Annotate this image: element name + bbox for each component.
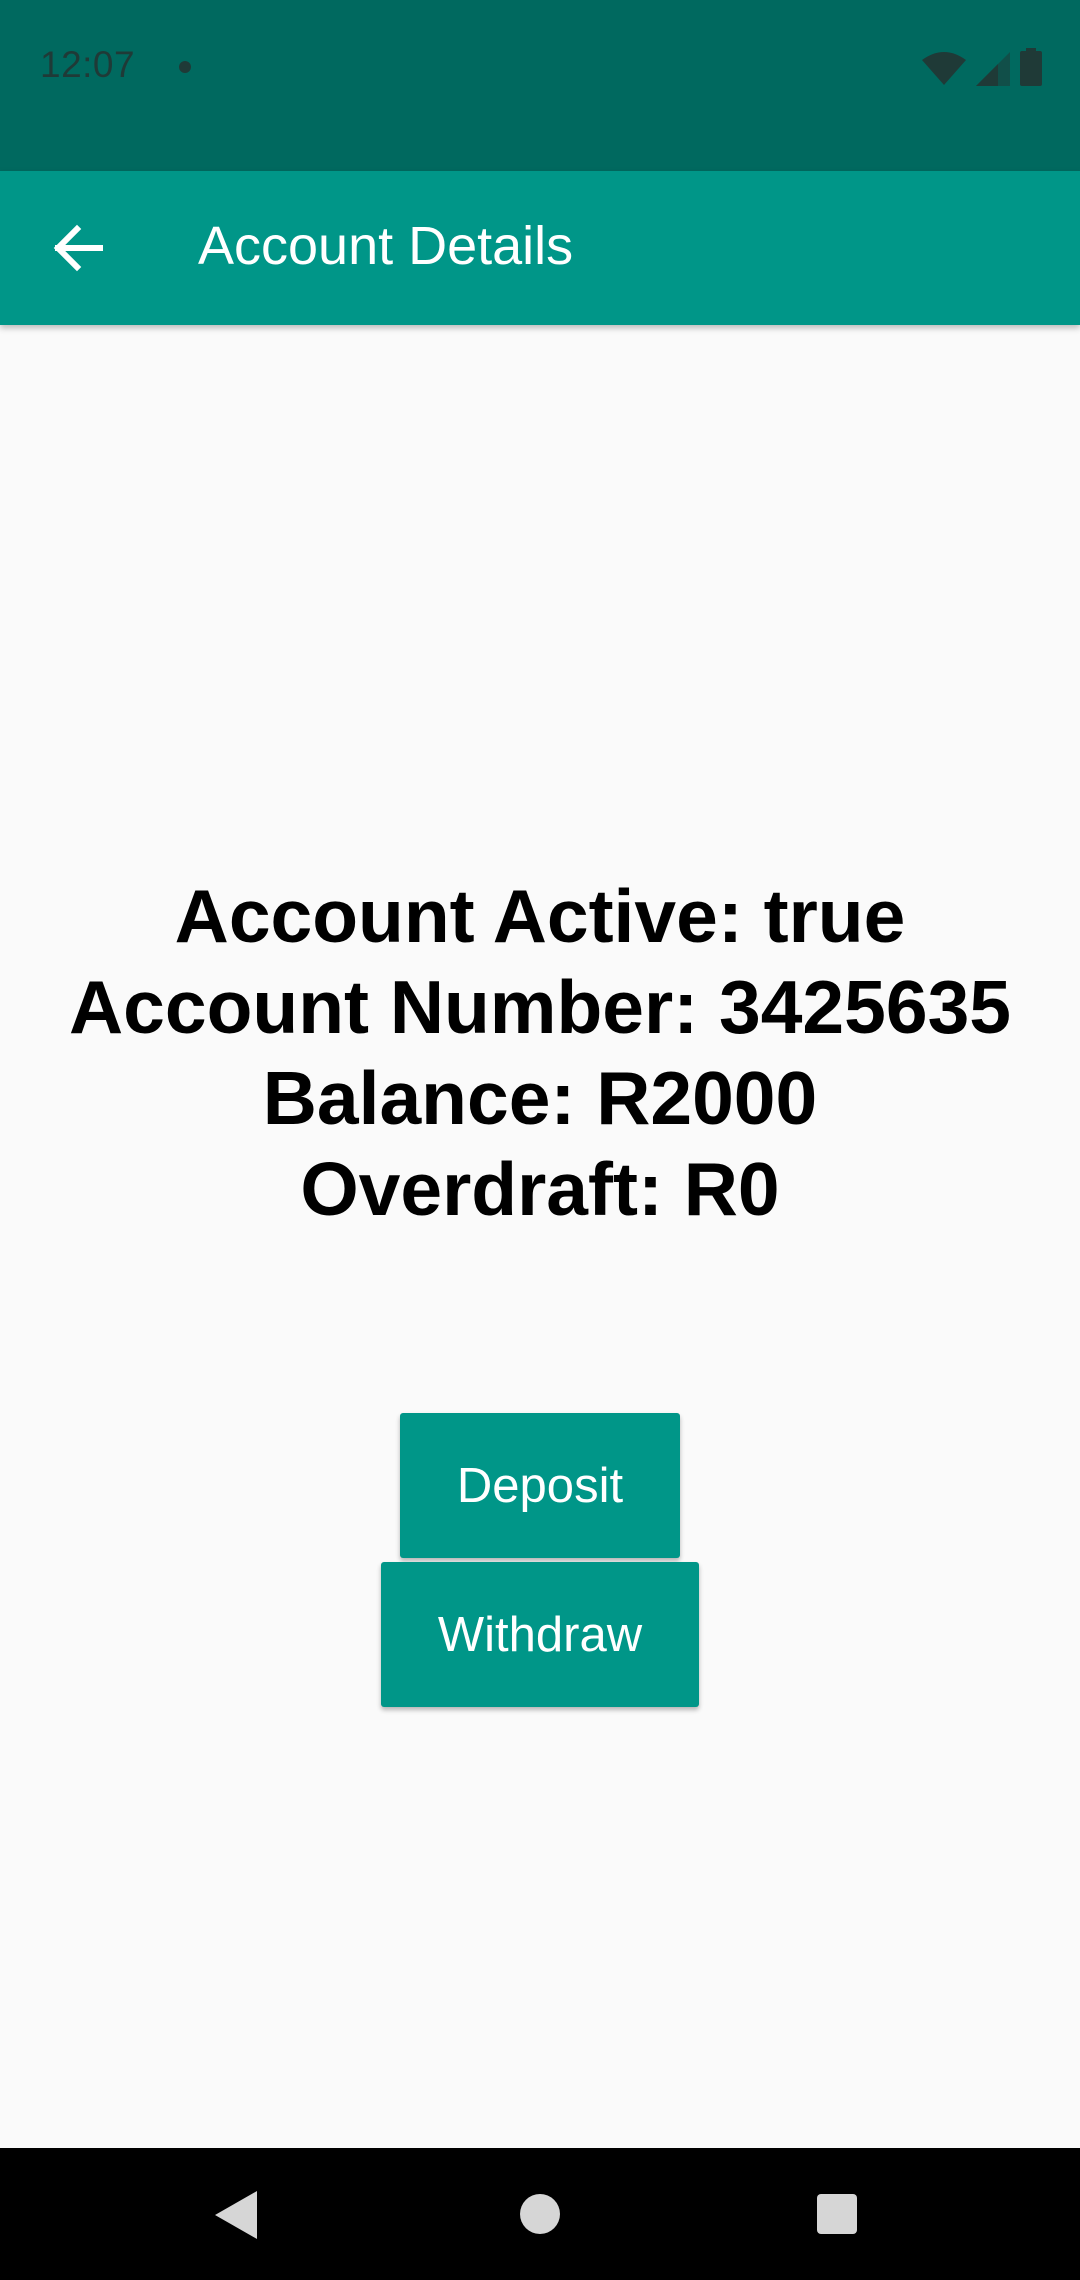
notification-dot-icon [179, 61, 191, 73]
account-number-text: Account Number: 3425635 [68, 965, 1011, 1049]
withdraw-button[interactable]: Withdraw [381, 1562, 699, 1707]
wifi-icon [922, 52, 966, 85]
account-active-text: Account Active: true [174, 874, 906, 958]
balance-text: Balance: R2000 [262, 1056, 818, 1140]
deposit-button[interactable]: Deposit [400, 1413, 680, 1558]
status-bar: 12:07 [0, 0, 1080, 171]
back-triangle-icon[interactable] [215, 2191, 257, 2239]
page-title: Account Details [198, 216, 574, 276]
app-bar: Account Details [0, 171, 1080, 325]
cellular-signal-icon [976, 52, 1010, 86]
battery-icon [1020, 48, 1042, 86]
overdraft-text: Overdraft: R0 [300, 1147, 780, 1231]
status-icons [922, 48, 1042, 86]
home-circle-icon[interactable] [520, 2194, 560, 2234]
recents-square-icon[interactable] [817, 2194, 857, 2234]
arrow-back-icon[interactable] [50, 221, 104, 275]
navigation-bar [0, 2148, 1080, 2280]
status-time: 12:07 [40, 44, 136, 85]
account-details: Account Active: true Account Number: 342… [0, 871, 1080, 1235]
